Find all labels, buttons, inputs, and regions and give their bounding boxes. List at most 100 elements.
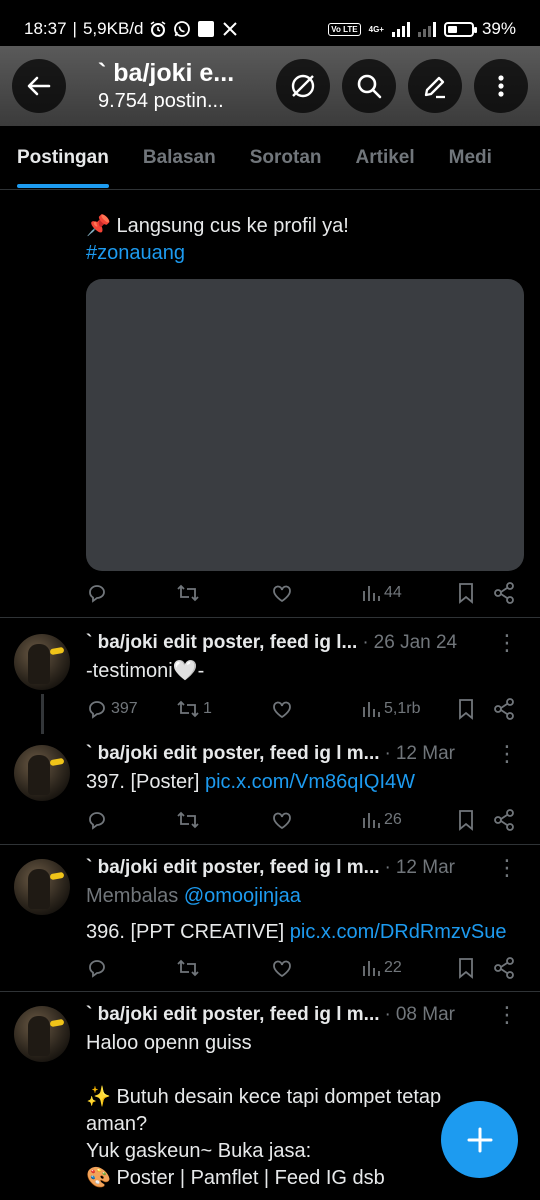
- retweet-button[interactable]: 1: [176, 698, 212, 720]
- tab-artikel[interactable]: Artikel: [356, 126, 415, 189]
- post-text: 397. [Poster] pic.x.com/Vm86qIQI4W: [86, 771, 416, 793]
- status-time: 18:37: [24, 19, 67, 38]
- compose-post-button[interactable]: [441, 1101, 518, 1178]
- post-actions: 44: [86, 568, 540, 618]
- view-count: 22: [384, 959, 402, 976]
- author-name[interactable]: ` ba/joki edit poster, feed ig l m...: [86, 743, 380, 765]
- heart-icon: [273, 585, 291, 603]
- views-button[interactable]: 5,1rb: [361, 699, 420, 719]
- share-button[interactable]: [493, 582, 515, 604]
- post-text-line: Haloo openn guiss: [86, 1032, 252, 1054]
- like-button[interactable]: [271, 698, 293, 720]
- views-button[interactable]: 22: [361, 958, 402, 978]
- network-type: 4G+: [368, 24, 384, 34]
- avatar[interactable]: [14, 859, 70, 915]
- bookmark-button[interactable]: [456, 698, 476, 720]
- search-button[interactable]: [342, 59, 396, 113]
- heart-icon: [273, 701, 291, 719]
- tab-balasan[interactable]: Balasan: [143, 126, 216, 189]
- pin-emoji: 📌: [86, 215, 111, 237]
- reply-button[interactable]: [86, 957, 108, 979]
- retweet-icon: [177, 584, 199, 602]
- post-actions: 26: [86, 795, 540, 845]
- post-more-button[interactable]: ⋮: [496, 630, 518, 656]
- back-button[interactable]: [12, 59, 66, 113]
- views-chart-icon: [363, 586, 380, 601]
- author-name[interactable]: ` ba/joki edit poster, feed ig l...: [86, 632, 357, 654]
- post[interactable]: ` ba/joki edit poster, feed ig l m... · …: [0, 845, 540, 992]
- retweet-button[interactable]: [176, 582, 200, 604]
- profile-title: ` ba/joki e...: [98, 59, 235, 87]
- post-text: 396. [PPT CREATIVE] pic.x.com/DRdRmzvSue: [86, 921, 507, 943]
- author-name[interactable]: ` ba/joki edit poster, feed ig l m...: [86, 1004, 380, 1026]
- profile-header: ` ba/joki e... 9.754 postin...: [0, 46, 540, 126]
- views-button[interactable]: 26: [361, 810, 402, 830]
- notification-square-icon: [197, 20, 215, 38]
- hashtag-link[interactable]: #zonauang: [86, 240, 520, 267]
- avatar[interactable]: [14, 1006, 70, 1062]
- retweet-button[interactable]: [176, 809, 200, 831]
- share-icon: [494, 809, 514, 831]
- view-count: 5,1rb: [384, 700, 421, 717]
- retweet-icon: [177, 959, 199, 977]
- like-button[interactable]: [271, 957, 293, 979]
- author-name[interactable]: ` ba/joki edit poster, feed ig l m...: [86, 857, 380, 879]
- reply-button[interactable]: 397: [86, 698, 138, 720]
- share-button[interactable]: [493, 698, 515, 720]
- media-link[interactable]: pic.x.com/Vm86qIQI4W: [205, 771, 415, 793]
- heart-icon: [273, 812, 291, 830]
- bookmark-button[interactable]: [456, 809, 476, 831]
- profile-tabs: Postingan Balasan Sorotan Artikel Medi: [0, 126, 540, 190]
- tab-media[interactable]: Medi: [449, 126, 492, 189]
- post-count: 9.754 postin...: [98, 90, 224, 112]
- edit-button[interactable]: [408, 59, 462, 113]
- bookmark-icon: [459, 583, 473, 604]
- reply-icon: [89, 960, 105, 978]
- alarm-icon: [149, 20, 167, 38]
- tab-sorotan[interactable]: Sorotan: [250, 126, 322, 189]
- retweet-count: 1: [203, 700, 212, 717]
- post-date[interactable]: 12 Mar: [396, 857, 455, 879]
- grok-button[interactable]: [276, 59, 330, 113]
- post[interactable]: ` ba/joki edit poster, feed ig l... · 26…: [0, 618, 540, 734]
- share-icon: [494, 698, 514, 720]
- more-options-button[interactable]: [474, 59, 528, 113]
- post-more-button[interactable]: ⋮: [496, 741, 518, 767]
- post-more-button[interactable]: ⋮: [496, 1002, 518, 1028]
- like-button[interactable]: [271, 582, 293, 604]
- thread-line: [41, 694, 44, 734]
- post-date[interactable]: 08 Mar: [396, 1004, 455, 1026]
- like-button[interactable]: [271, 809, 293, 831]
- bookmark-button[interactable]: [456, 957, 476, 979]
- media-link[interactable]: pic.x.com/DRdRmzvSue: [290, 921, 507, 943]
- reply-button[interactable]: [86, 809, 108, 831]
- search-icon: [357, 74, 382, 99]
- retweet-button[interactable]: [176, 957, 200, 979]
- status-separator: |: [72, 19, 77, 38]
- post-date[interactable]: 12 Mar: [396, 743, 455, 765]
- whatsapp-icon: [173, 20, 191, 38]
- tab-postingan[interactable]: Postingan: [17, 126, 109, 189]
- post-media[interactable]: [86, 279, 524, 571]
- post-text: -testimoni🤍-: [86, 660, 205, 682]
- share-button[interactable]: [493, 957, 515, 979]
- volte-indicator: Vo LTE: [328, 22, 361, 36]
- pencil-icon: [424, 76, 445, 99]
- share-button[interactable]: [493, 809, 515, 831]
- mention-link[interactable]: @omoojinjaa: [184, 885, 301, 907]
- bookmark-button[interactable]: [456, 582, 476, 604]
- views-chart-icon: [363, 813, 380, 828]
- post[interactable]: ` ba/joki edit poster, feed ig l m... · …: [0, 731, 540, 845]
- avatar[interactable]: [14, 634, 70, 690]
- avatar[interactable]: [14, 745, 70, 801]
- post[interactable]: 📌 Langsung cus ke profil ya! #zonauang 4…: [0, 191, 540, 618]
- reply-button[interactable]: [86, 582, 108, 604]
- post-date[interactable]: 26 Jan 24: [374, 632, 457, 654]
- bookmark-icon: [459, 810, 473, 831]
- status-net-speed: 5,9KB/d: [82, 19, 144, 38]
- views-button[interactable]: 44: [361, 583, 402, 603]
- post-text-line: ✨ Butuh desain kece tapi dompet tetap am…: [86, 1086, 442, 1135]
- post-actions: 397 1 5,1rb: [86, 684, 540, 734]
- post-more-button[interactable]: ⋮: [496, 855, 518, 881]
- signal-strength-sim2-icon: [417, 21, 436, 37]
